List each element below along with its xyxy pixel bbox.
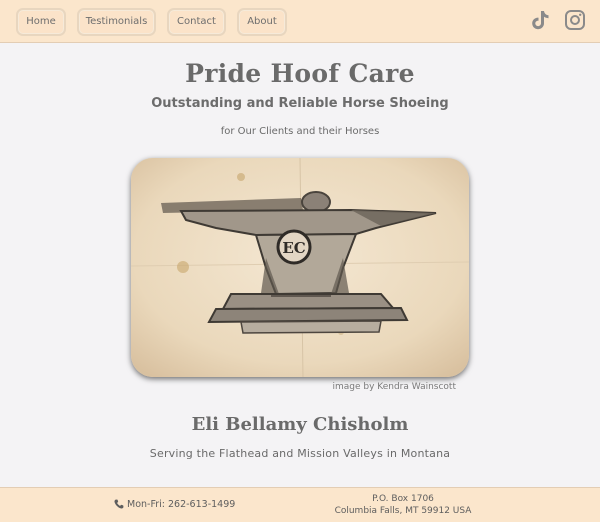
address-line-2: Columbia Falls, MT 59912 USA <box>334 506 472 516</box>
nav-about-button[interactable]: About <box>237 8 287 36</box>
page-subtitle: Outstanding and Reliable Horse Shoeing <box>151 96 449 111</box>
instagram-icon[interactable] <box>563 8 587 32</box>
footer-phone[interactable]: Mon-Fri: 262-613-1499 <box>114 499 235 510</box>
top-navigation-bar: Home Testimonials Contact About <box>0 0 600 43</box>
phone-icon <box>114 499 124 509</box>
footer: Mon-Fri: 262-613-1499 P.O. Box 1706 Colu… <box>0 487 600 522</box>
anvil-monogram: EC <box>282 239 305 257</box>
image-credit: image by Kendra Wainscott <box>332 382 456 392</box>
service-area-text: Serving the Flathead and Mission Valleys… <box>149 447 451 460</box>
owner-name: Eli Bellamy Chisholm <box>191 414 409 435</box>
nav-contact-button[interactable]: Contact <box>167 8 226 36</box>
page-tagline: for Our Clients and their Horses <box>220 126 380 137</box>
phone-number-text: Mon-Fri: 262-613-1499 <box>127 499 236 510</box>
page-title: Pride Hoof Care <box>185 59 415 88</box>
address-line-1: P.O. Box 1706 <box>372 494 434 504</box>
tiktok-icon[interactable] <box>528 8 552 32</box>
anvil-sketch-image: EC <box>131 158 469 377</box>
footer-address: P.O. Box 1706 Columbia Falls, MT 59912 U… <box>330 493 476 517</box>
nav-testimonials-button[interactable]: Testimonials <box>77 8 156 36</box>
nav-home-button[interactable]: Home <box>16 8 66 36</box>
